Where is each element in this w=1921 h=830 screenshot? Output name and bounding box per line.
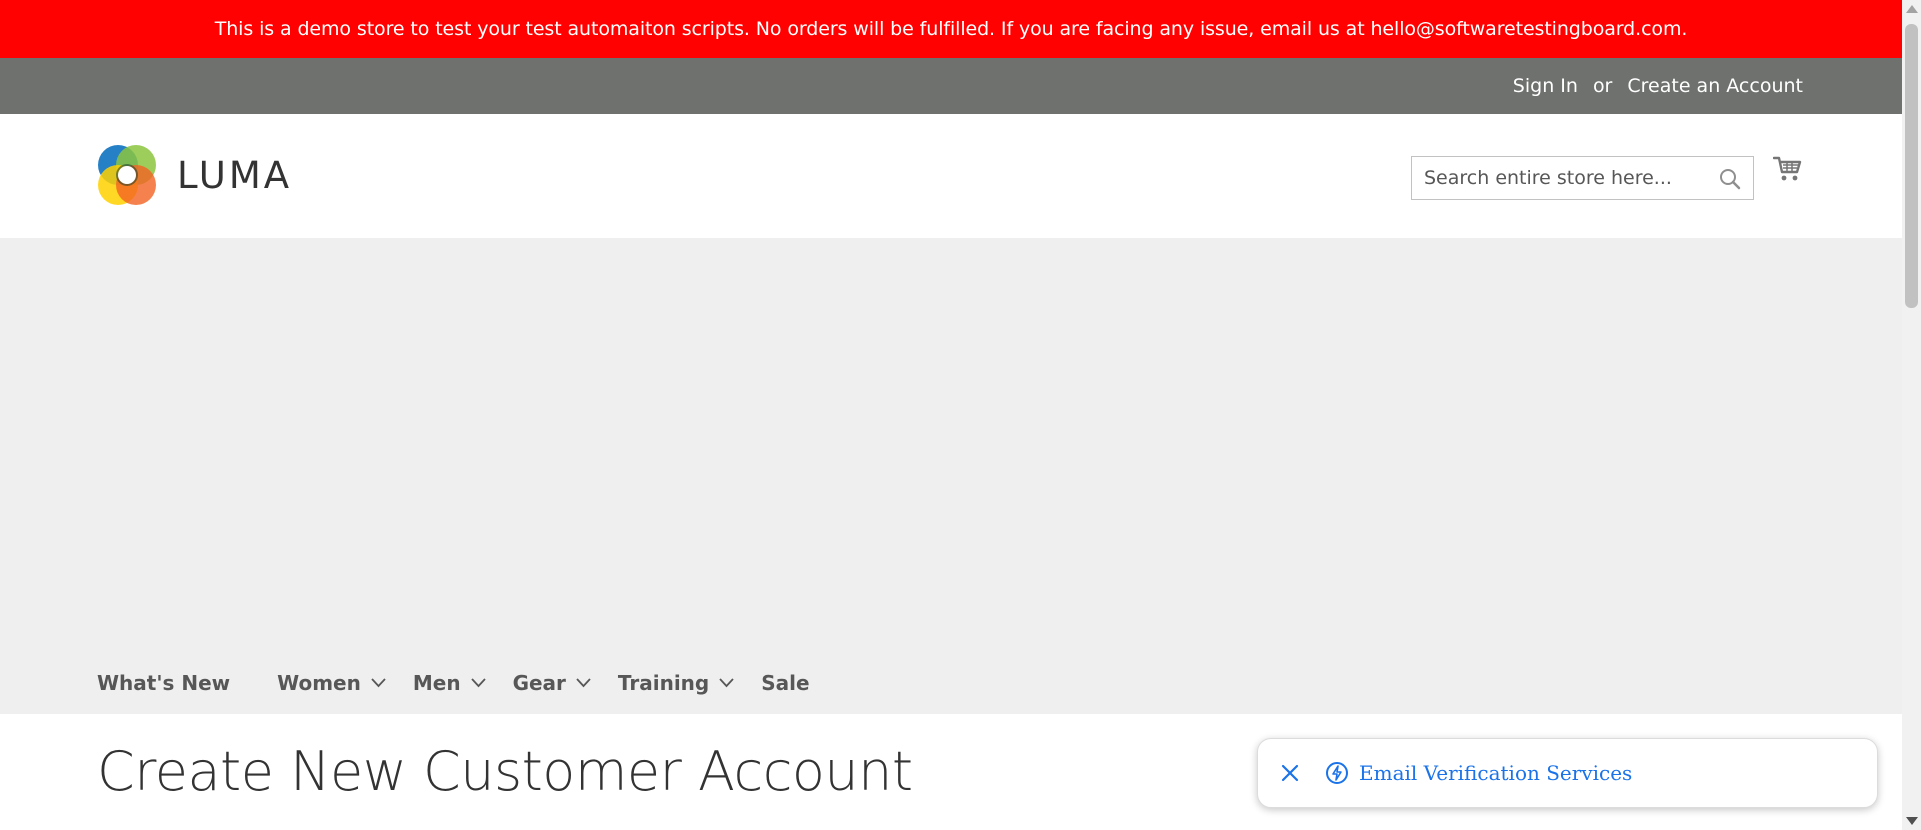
demo-store-banner: This is a demo store to test your test a… (0, 0, 1902, 58)
close-icon[interactable] (1279, 762, 1301, 784)
luma-logo[interactable]: LUMA (97, 144, 292, 206)
scroll-down-arrow-icon[interactable] (1906, 817, 1918, 825)
create-account-link[interactable]: Create an Account (1627, 75, 1803, 97)
bolt-icon (1326, 762, 1348, 784)
nav-item-label: What's New (97, 671, 231, 695)
nav-item-label: Gear (512, 671, 566, 695)
nav-item-label: Sale (761, 671, 810, 695)
chevron-down-icon (719, 678, 734, 688)
header-content: LUMA (0, 114, 1902, 238)
search-box (1411, 156, 1754, 200)
search-input[interactable] (1412, 157, 1702, 199)
nav-item-gear[interactable]: Gear (513, 671, 591, 695)
cart-icon[interactable] (1773, 154, 1803, 184)
search-icon[interactable] (1718, 167, 1742, 191)
nav-item-women[interactable]: Women (277, 671, 386, 695)
vertical-scrollbar[interactable] (1902, 0, 1921, 830)
nav-item-label: Women (277, 671, 361, 695)
email-verification-link[interactable]: Email Verification Services (1359, 761, 1632, 785)
nav-item-training[interactable]: Training (618, 671, 734, 695)
logo-text: LUMA (177, 153, 293, 197)
nav-item-sale[interactable]: Sale (761, 671, 809, 695)
nav-item-whats-new[interactable]: What's New (97, 671, 230, 695)
nav-item-men[interactable]: Men (413, 671, 486, 695)
luma-logo-icon (98, 145, 156, 205)
navigation-area: What's New Women Men Gear Training Sale (0, 238, 1902, 714)
main-navigation: What's New Women Men Gear Training Sale (97, 652, 855, 714)
chevron-down-icon (371, 678, 386, 688)
chevron-down-icon (576, 678, 591, 688)
page: This is a demo store to test your test a… (0, 0, 1902, 830)
or-separator: or (1592, 75, 1613, 97)
scroll-up-arrow-icon[interactable] (1906, 5, 1918, 13)
scrollbar-thumb[interactable] (1905, 24, 1918, 308)
chevron-down-icon (470, 678, 486, 688)
demo-banner-text: This is a demo store to test your test a… (214, 18, 1688, 40)
page-title: Create New Customer Account (97, 740, 913, 803)
nav-item-label: Training (617, 671, 710, 695)
sign-in-link[interactable]: Sign In (1513, 75, 1578, 97)
email-verification-popup: Email Verification Services (1257, 738, 1878, 808)
header-links: Sign In or Create an Account (1513, 58, 1803, 114)
nav-item-label: Men (412, 671, 461, 695)
top-links-bar: Sign In or Create an Account (0, 58, 1902, 114)
